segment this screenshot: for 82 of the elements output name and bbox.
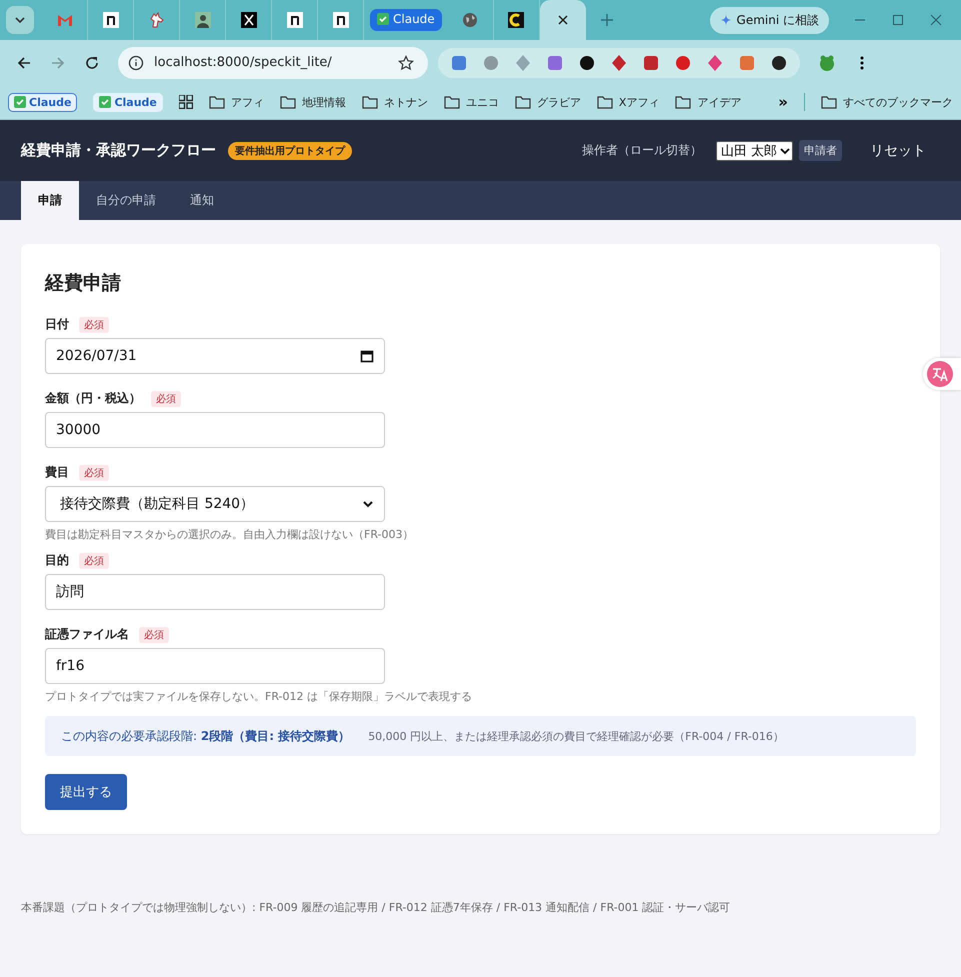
bookmark-folder[interactable]: すべてのブックマーク bbox=[821, 94, 953, 110]
checkbox-icon bbox=[14, 96, 26, 108]
close-icon[interactable] bbox=[556, 14, 569, 26]
bookmark-folder[interactable]: ユニコ bbox=[444, 94, 499, 110]
x-logo-icon bbox=[240, 12, 256, 28]
input-field[interactable]: fr16 bbox=[45, 648, 385, 684]
info-icon[interactable] bbox=[128, 54, 144, 70]
note-icon bbox=[332, 12, 348, 28]
sparkle-icon bbox=[720, 14, 732, 26]
folder-icon bbox=[596, 96, 613, 108]
gemini-button[interactable]: Gemini に相談 bbox=[710, 6, 829, 34]
calendar-icon[interactable] bbox=[360, 349, 374, 363]
field-label: 日付 bbox=[45, 316, 69, 333]
field-hint: 費目は勘定科目マスタからの選択のみ。自由入力欄は設けない（FR-003） bbox=[45, 527, 414, 542]
field-label: 目的 bbox=[45, 552, 69, 569]
url-text: localhost:8000/speckit_lite/ bbox=[154, 55, 333, 70]
bookmark-folder[interactable]: Xアフィ bbox=[596, 94, 660, 110]
submit-button[interactable]: 提出する bbox=[45, 774, 127, 810]
operator-select[interactable]: 山田 太郎 bbox=[716, 140, 793, 160]
folder-icon bbox=[444, 96, 460, 108]
required-badge: 必須 bbox=[79, 552, 109, 568]
extension-icon[interactable] bbox=[770, 54, 788, 72]
footer-note: 本番課題（プロトタイプでは物理強制しない）: FR-009 履歴の追記専用 / FR-012 証憑7年保存 / FR-013 通知配信 / FR-001 認証・サーバ認可 bbox=[21, 900, 732, 915]
prototype-badge: 要件抽出用プロトタイプ bbox=[228, 142, 352, 160]
maximize-icon[interactable] bbox=[891, 13, 905, 27]
bookmark[interactable]: Claude bbox=[93, 92, 163, 112]
tab-group-label[interactable]: Claude bbox=[370, 9, 442, 31]
field-label: 金額（円・税込） bbox=[45, 390, 141, 407]
c-logo-icon bbox=[508, 12, 524, 28]
translate-icon bbox=[927, 361, 953, 387]
note-icon bbox=[102, 12, 118, 28]
field-label: 証憑ファイル名 bbox=[45, 626, 129, 643]
apps-grid-icon[interactable] bbox=[178, 95, 193, 109]
reset-button[interactable]: リセット bbox=[856, 136, 940, 166]
new-tab-icon[interactable] bbox=[600, 13, 614, 27]
more-bookmarks-button[interactable]: » bbox=[778, 93, 788, 111]
bookmark-folder[interactable]: アフィ bbox=[208, 94, 264, 110]
required-badge: 必須 bbox=[151, 390, 181, 406]
bookmark-folder[interactable]: ネトナン bbox=[362, 94, 428, 110]
approval-note: 50,000 円以上、または経理承認必須の費目で経理確認が必要（FR-004 / FR-016） bbox=[368, 728, 784, 744]
app-title: 経費申請・承認ワークフロー bbox=[21, 141, 216, 160]
note-icon bbox=[286, 12, 302, 28]
bookmark-folder[interactable]: アイデア bbox=[675, 94, 742, 110]
horse-icon bbox=[148, 12, 164, 28]
star-icon[interactable] bbox=[398, 54, 414, 70]
input-field[interactable]: 30000 bbox=[45, 412, 385, 448]
folder-icon bbox=[362, 96, 378, 108]
form-title: 経費申請 bbox=[45, 271, 122, 296]
nav-tab[interactable]: 通知 bbox=[173, 181, 231, 220]
folder-icon bbox=[208, 96, 225, 108]
address-bar[interactable]: localhost:8000/speckit_lite/ bbox=[118, 46, 428, 78]
nav-tab[interactable]: 自分の申請 bbox=[79, 181, 173, 220]
bookmark-folder[interactable]: グラビア bbox=[514, 94, 581, 110]
folder-icon bbox=[675, 96, 692, 108]
folder-icon bbox=[280, 96, 296, 108]
avatar-icon bbox=[194, 12, 210, 28]
globe-icon bbox=[462, 12, 478, 28]
operator-label: 操作者（ロール切替） bbox=[582, 142, 702, 159]
role-badge: 申請者 bbox=[799, 140, 842, 161]
back-icon[interactable] bbox=[16, 54, 32, 70]
folder-icon bbox=[821, 96, 837, 108]
input-field[interactable]: 訪問 bbox=[45, 574, 385, 610]
checkbox-icon bbox=[377, 13, 389, 25]
translate-button[interactable] bbox=[923, 358, 961, 390]
field-hint: プロトタイプでは実ファイルを保存しない。FR-012 は「保存期限」ラベルで表現する bbox=[45, 689, 472, 704]
approval-level-text: この内容の必要承認段階: 2段階（費目: 接待交際費） bbox=[61, 728, 350, 744]
mail-icon bbox=[56, 13, 72, 27]
checkbox-icon bbox=[99, 96, 112, 108]
tab-search-button[interactable] bbox=[6, 6, 34, 34]
reload-icon[interactable] bbox=[84, 54, 100, 70]
nav-tab[interactable]: 申請 bbox=[21, 181, 79, 220]
required-badge: 必須 bbox=[139, 626, 169, 642]
bookmark[interactable]: Claude bbox=[8, 92, 78, 112]
category-select[interactable]: 接待交際費（勘定科目 5240） bbox=[45, 486, 385, 522]
field-label: 費目 bbox=[45, 464, 69, 481]
required-badge: 必須 bbox=[79, 464, 109, 480]
date-field[interactable]: 2026/07/31 bbox=[45, 338, 385, 374]
chevron-down-icon bbox=[780, 146, 790, 156]
extension-icon[interactable] bbox=[578, 54, 596, 72]
bookmark-folder[interactable]: 地理情報 bbox=[280, 94, 346, 110]
required-badge: 必須 bbox=[79, 316, 109, 332]
folder-icon bbox=[514, 96, 531, 108]
